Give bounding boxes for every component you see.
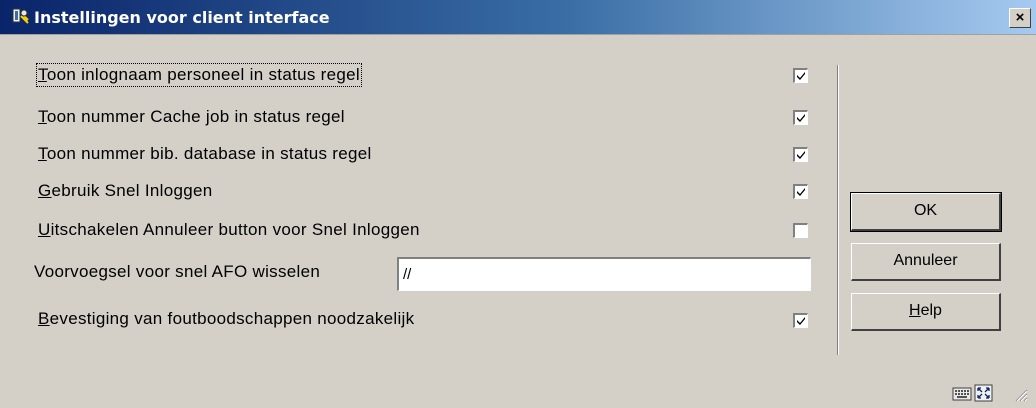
prefix-field-label: Voorvoegsel voor snel AFO wisselen <box>34 262 321 281</box>
help-button[interactable]: Help <box>851 293 1001 331</box>
option-label-cache-job[interactable]: Toon nummer Cache job in status regel <box>38 107 345 127</box>
close-button[interactable]: × <box>1009 8 1031 28</box>
checkbox-quick-login[interactable] <box>793 184 808 199</box>
resize-window-icon[interactable] <box>974 384 994 407</box>
checkbox-database[interactable] <box>793 147 808 162</box>
option-label-login-name[interactable]: Toon inlognaam personeel in status regel <box>36 63 362 87</box>
checkbox-login-name[interactable] <box>793 68 808 83</box>
size-grip-icon[interactable] <box>1014 388 1028 407</box>
checkbox-disable-cancel[interactable] <box>793 223 808 238</box>
option-label-quick-login[interactable]: Gebruik Snel Inloggen <box>38 181 213 201</box>
prefix-input[interactable] <box>397 257 811 291</box>
vertical-divider <box>837 65 839 355</box>
ok-button[interactable]: OK <box>850 192 1002 232</box>
checkbox-cache-job[interactable] <box>793 110 808 125</box>
checkbox-confirm-errors[interactable] <box>793 313 808 328</box>
window-title: Instellingen voor client interface <box>34 8 330 27</box>
title-bar: Instellingen voor client interface × <box>0 0 1036 35</box>
keyboard-icon[interactable] <box>952 384 972 407</box>
option-label-disable-cancel[interactable]: Uitschakelen Annuleer button voor Snel I… <box>38 220 420 240</box>
option-label-database[interactable]: Toon nummer bib. database in status rege… <box>38 144 372 164</box>
close-icon: × <box>1015 9 1025 26</box>
option-label-confirm-errors[interactable]: Bevestiging van foutboodschappen noodzak… <box>38 309 414 329</box>
app-icon <box>12 7 30 25</box>
cancel-button[interactable]: Annuleer <box>851 243 1001 281</box>
